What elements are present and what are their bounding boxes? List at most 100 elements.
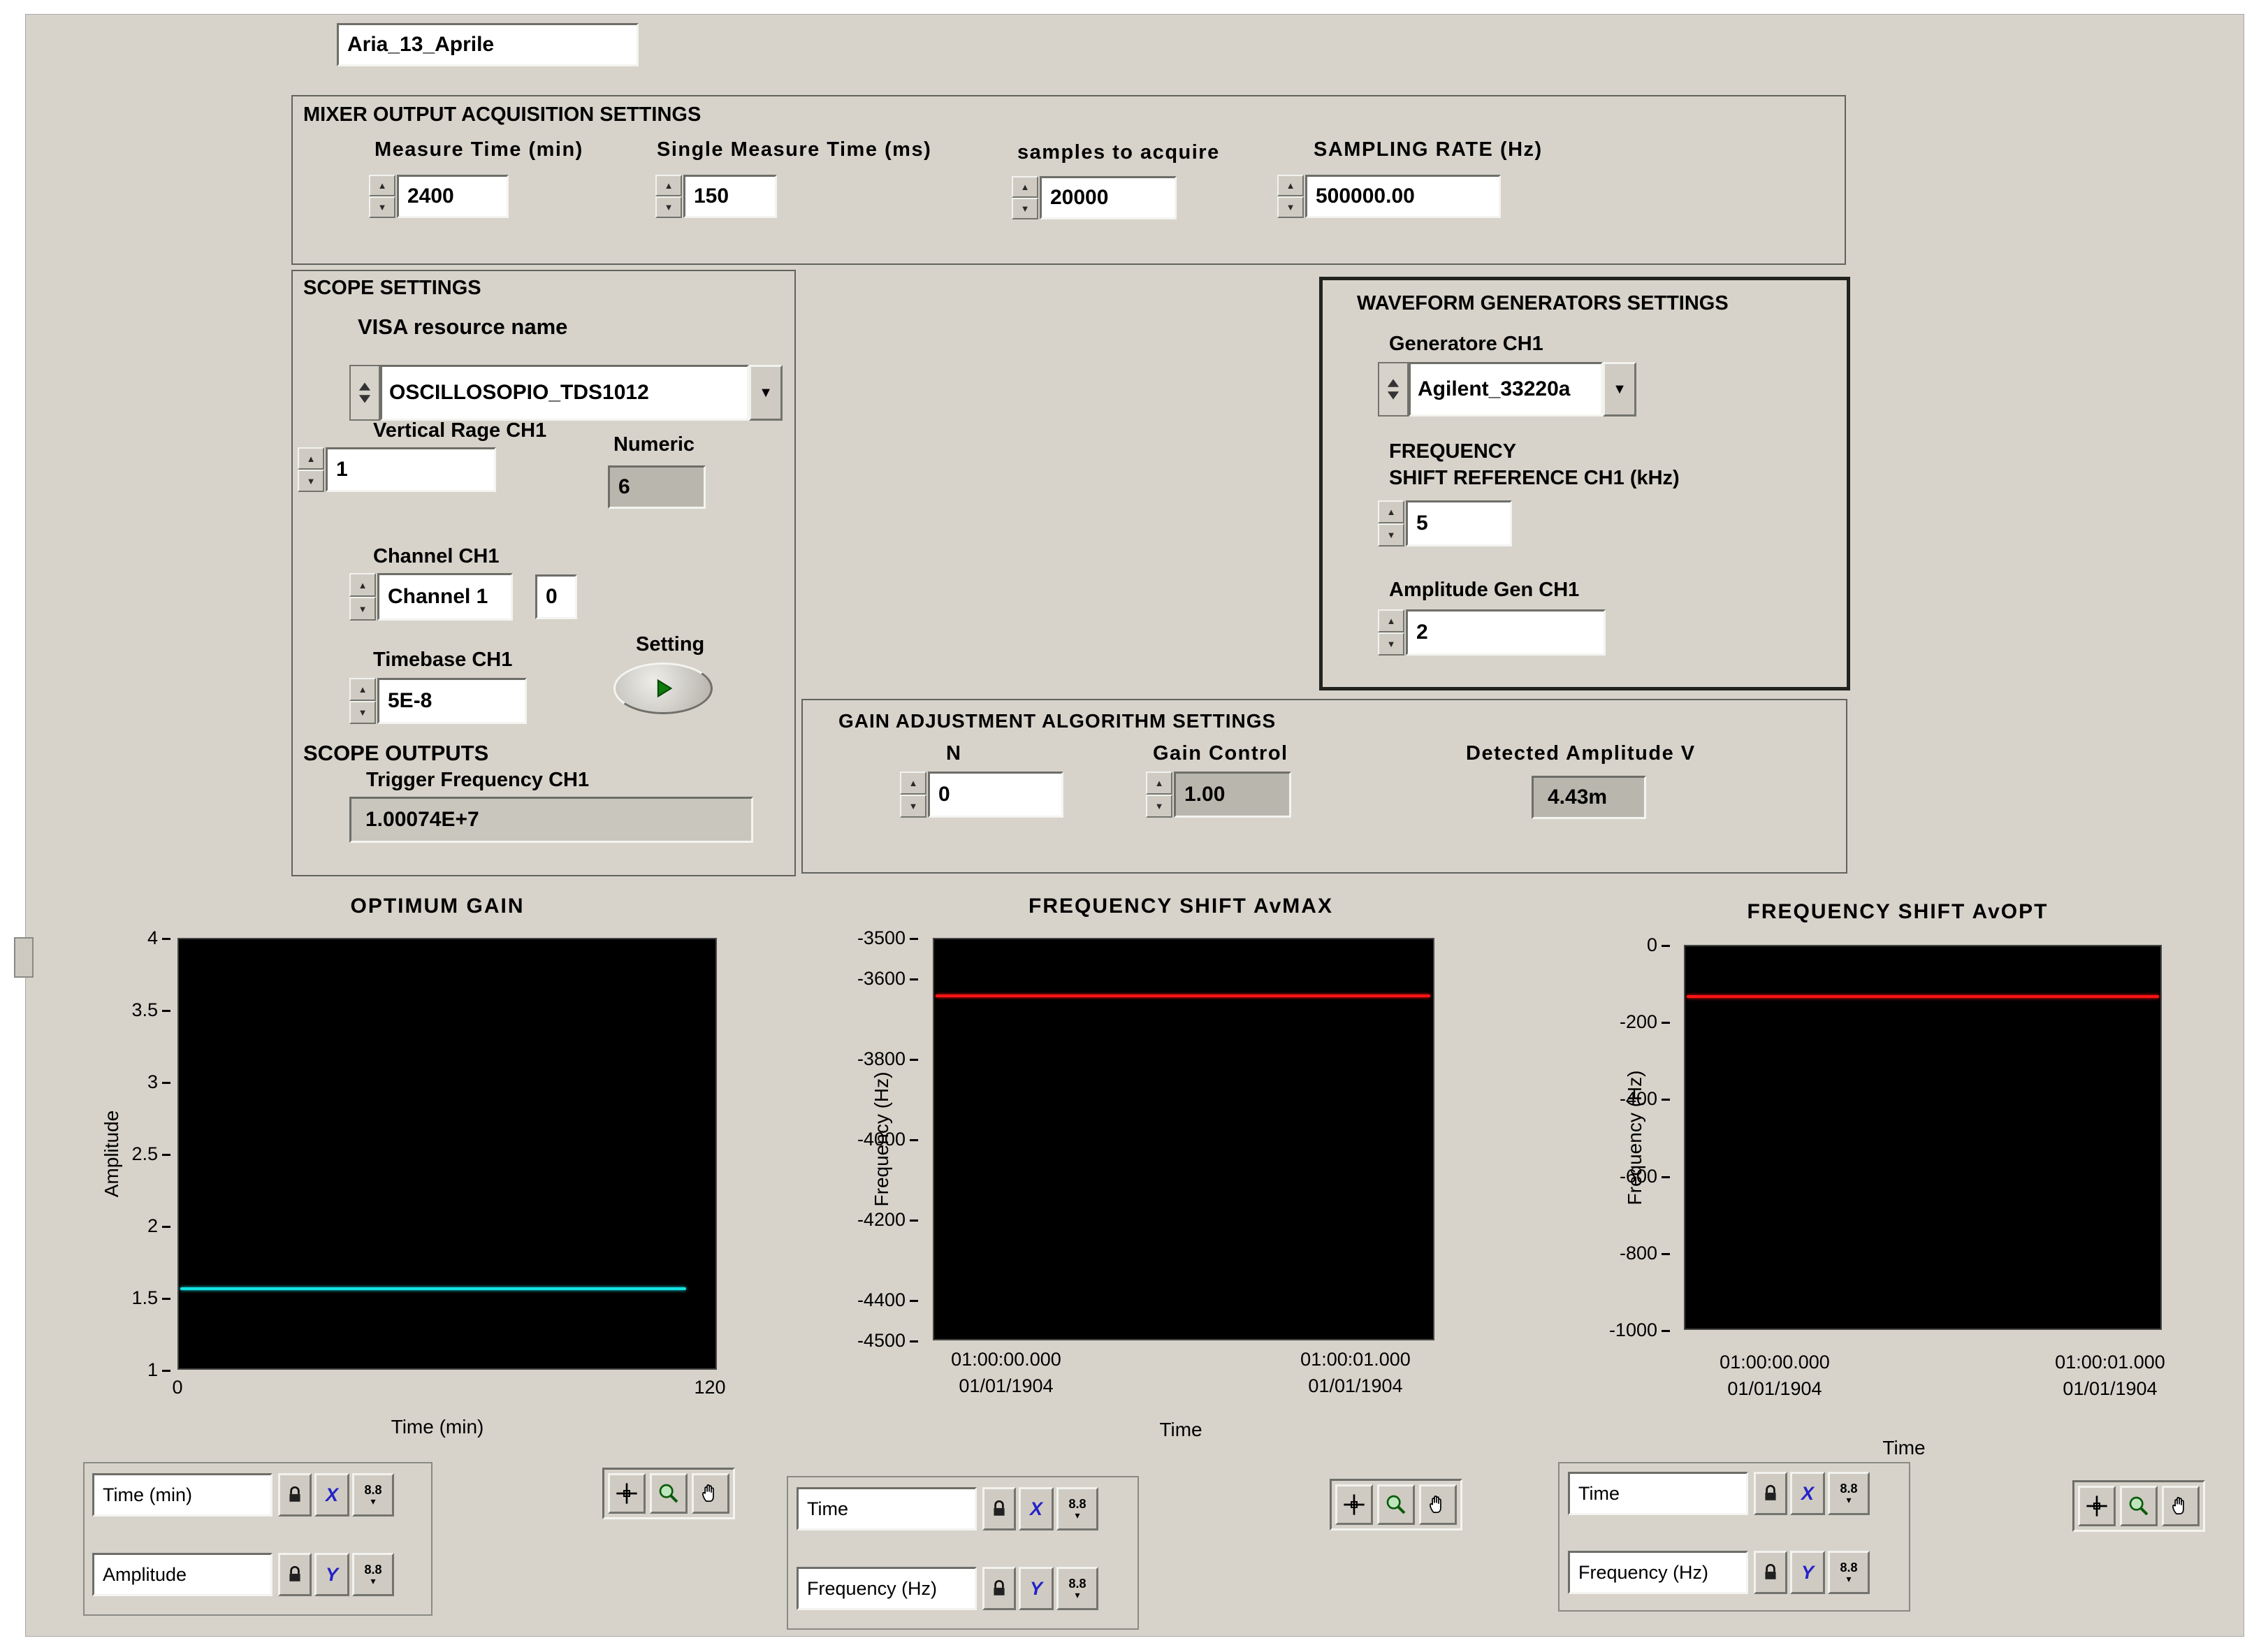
increment-button[interactable]: ▲ [369,175,395,196]
autoscale-x-button[interactable]: X [1790,1472,1825,1515]
single-measure-time-input[interactable]: 150 [683,175,777,218]
scale-format-button[interactable]: 8.8 ▾ [1828,1551,1870,1594]
decrement-button[interactable]: ▼ [1378,632,1404,656]
gain-control-input[interactable]: 1.00 [1174,772,1291,818]
autoscale-y-button[interactable]: Y [1790,1551,1825,1594]
decrement-button[interactable]: ▼ [349,701,376,724]
visa-resource-dropdown[interactable]: OSCILLOSOPIO_TDS1012 ▼ [349,365,783,421]
pan-tool-button[interactable] [1419,1484,1457,1525]
trigger-frequency-indicator: 1.00074E+7 [349,797,753,843]
setting-button[interactable] [613,663,713,714]
y-scale-name[interactable]: Amplitude [92,1553,272,1596]
avopt-plot[interactable] [1684,945,2162,1330]
increment-button[interactable]: ▲ [1146,772,1172,795]
decrement-button[interactable]: ▼ [900,795,926,818]
samples-spinner[interactable]: ▲ ▼ [1012,176,1038,219]
scale-format-button[interactable]: 8.8 ▾ [1828,1472,1870,1515]
decrement-button[interactable]: ▼ [1012,198,1038,219]
decrement-button[interactable]: ▼ [349,597,376,621]
autoscale-y-button[interactable]: Y [314,1553,349,1596]
x-scale-name[interactable]: Time (min) [92,1473,272,1517]
zoom-tool-button[interactable] [1377,1484,1415,1525]
zoom-tool-button[interactable] [650,1473,688,1514]
dropdown-arrow-button[interactable]: ▼ [1603,362,1636,417]
y-tick-label: -3800 [801,1048,918,1069]
decrement-button[interactable]: ▼ [1146,795,1172,818]
optimum-gain-plot[interactable] [177,938,717,1370]
measure-time-spinner[interactable]: ▲ ▼ [369,175,395,218]
avmax-plot[interactable] [933,938,1434,1340]
pan-tool-button[interactable] [692,1473,729,1514]
single-measure-time-spinner[interactable]: ▲ ▼ [655,175,682,218]
increment-button[interactable]: ▲ [655,175,682,196]
autoscale-y-button[interactable]: Y [1019,1567,1054,1610]
frequency-shift-label-line1: FREQUENCY [1389,440,1517,463]
autoscale-x-button[interactable]: X [1019,1487,1054,1530]
channel-value[interactable]: Channel 1 [377,573,513,621]
scale-lock-button[interactable] [278,1553,312,1596]
crosshair-tool-button[interactable] [2078,1486,2116,1526]
scale-format-button[interactable]: 8.8 ▾ [1056,1567,1098,1610]
y-tick-label: 3.5 [70,999,170,1020]
decrement-button[interactable]: ▼ [1378,523,1404,547]
zoom-tool-button[interactable] [2120,1486,2158,1526]
x-tick-time: 01:00:00.000 [951,1349,1061,1370]
timebase-spinner[interactable]: ▲ ▼ [349,678,376,724]
x-scale-name[interactable]: Time [1568,1472,1748,1515]
n-input[interactable]: 0 [928,772,1063,818]
sampling-rate-spinner[interactable]: ▲ ▼ [1277,175,1304,218]
vertical-range-spinner[interactable]: ▲ ▼ [298,447,324,492]
amplitude-gen-input[interactable]: 2 [1406,609,1606,656]
vertical-range-input[interactable]: 1 [326,447,496,492]
channel-ring[interactable]: ▲ ▼ Channel 1 [349,573,513,621]
scale-format-button[interactable]: 8.8 ▾ [352,1553,394,1596]
increment-button[interactable]: ▲ [349,573,376,597]
increment-button[interactable]: ▲ [1378,609,1404,632]
magnifier-icon [2129,1496,2149,1516]
samples-to-acquire-input[interactable]: 20000 [1040,176,1177,219]
channel-spinner[interactable]: ▲ ▼ [349,573,376,621]
scale-lock-button[interactable] [1754,1472,1787,1515]
increment-button[interactable]: ▲ [298,447,324,470]
increment-button[interactable]: ▲ [349,678,376,701]
sampling-rate-input[interactable]: 500000.00 [1305,175,1501,218]
increment-button[interactable]: ▲ [1012,176,1038,198]
scale-lock-button[interactable] [982,1487,1016,1530]
scale-lock-button[interactable] [278,1473,312,1517]
visa-resource-value[interactable]: OSCILLOSOPIO_TDS1012 [380,365,749,421]
frequency-shift-spinner[interactable]: ▲ ▼ [1378,500,1404,547]
scale-lock-button[interactable] [1754,1551,1787,1594]
increment-button[interactable]: ▲ [1277,175,1304,196]
decrement-button[interactable]: ▼ [1277,196,1304,218]
y-scale-name[interactable]: Frequency (Hz) [797,1567,977,1610]
n-spinner[interactable]: ▲ ▼ [900,772,926,818]
increment-button[interactable]: ▲ [1378,500,1404,523]
pan-tool-button[interactable] [2162,1486,2200,1526]
scale-format-button[interactable]: 8.8 ▾ [1056,1487,1098,1530]
increment-button[interactable]: ▲ [900,772,926,795]
timebase-input[interactable]: 5E-8 [377,678,527,724]
vi-name-field: Aria_13_Aprile [337,23,639,66]
crosshair-tool-button[interactable] [608,1473,646,1514]
gain-control-spinner[interactable]: ▲ ▼ [1146,772,1172,818]
measure-time-input[interactable]: 2400 [397,175,509,218]
crosshair-tool-button[interactable] [1335,1484,1373,1525]
scale-format-button[interactable]: 8.8 ▾ [352,1473,394,1517]
dropdown-arrow-button[interactable]: ▼ [749,365,783,421]
generator-value[interactable]: Agilent_33220a [1409,362,1603,417]
y-tick-label: -3600 [801,968,918,989]
setting-button-label: Setting [636,633,705,656]
x-scale-name[interactable]: Time [797,1487,977,1530]
frequency-shift-input[interactable]: 5 [1406,500,1512,547]
generator-dropdown[interactable]: Agilent_33220a ▼ [1378,362,1636,417]
decrement-button[interactable]: ▼ [298,470,324,492]
decrement-button[interactable]: ▼ [655,196,682,218]
scale-lock-button[interactable] [982,1567,1016,1610]
vi-name-input[interactable]: Aria_13_Aprile [337,23,639,66]
hand-icon [702,1484,714,1502]
autoscale-x-button[interactable]: X [314,1473,349,1517]
y-tick-label: 1 [70,1359,170,1380]
y-scale-name[interactable]: Frequency (Hz) [1568,1551,1748,1594]
amplitude-gen-spinner[interactable]: ▲ ▼ [1378,609,1404,656]
decrement-button[interactable]: ▼ [369,196,395,218]
